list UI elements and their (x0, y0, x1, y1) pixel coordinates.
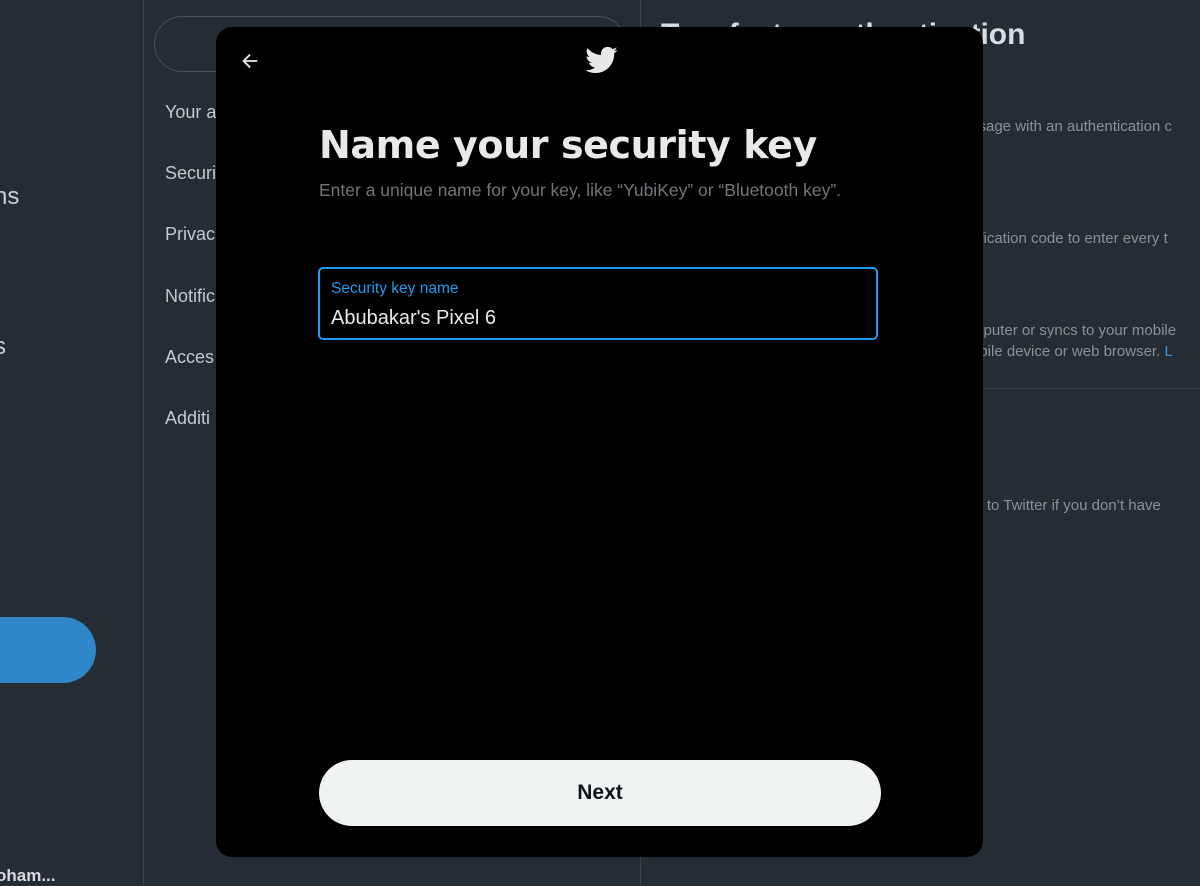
detail-text-line: mputer or syncs to your mobile (971, 322, 1177, 339)
tweet-button[interactable] (0, 617, 96, 683)
learn-more-link[interactable]: L (1164, 343, 1172, 360)
field-label: Security key name (331, 280, 459, 297)
settings-item-notifications[interactable]: Notific (165, 286, 215, 307)
dialog-title: Name your security key (319, 123, 817, 167)
next-button[interactable]: Next (319, 760, 881, 826)
arrow-left-icon (242, 53, 258, 69)
detail-text: obile device or web browser. (971, 343, 1161, 360)
settings-item-additional[interactable]: Additi (165, 408, 210, 429)
detail-text-line: rification code to enter every t (971, 230, 1168, 247)
security-key-name-input[interactable] (331, 305, 861, 331)
detail-text-line: in to Twitter if you don’t have (971, 497, 1161, 514)
detail-text-line: ssage with an authentication c (971, 118, 1172, 135)
nav-item-partial[interactable]: s (0, 333, 6, 361)
settings-item-your-account[interactable]: Your a (165, 102, 216, 123)
divider (971, 388, 1200, 389)
settings-item-privacy[interactable]: Privac (165, 224, 215, 245)
primary-nav: ns s oham... (0, 0, 144, 885)
settings-item-security[interactable]: Securi (165, 163, 216, 184)
dialog-subtitle: Enter a unique name for your key, like “… (319, 180, 842, 200)
back-button[interactable] (232, 43, 268, 79)
security-key-dialog: Name your security key Enter a unique na… (216, 27, 983, 857)
security-key-name-field[interactable]: Security key name (318, 267, 878, 340)
settings-item-accessibility[interactable]: Acces (165, 347, 214, 368)
nav-item-partial[interactable]: ns (0, 183, 19, 211)
account-name[interactable]: oham... (0, 866, 56, 886)
twitter-bird-icon (585, 46, 618, 74)
detail-text-line: obile device or web browser. L (971, 343, 1173, 360)
